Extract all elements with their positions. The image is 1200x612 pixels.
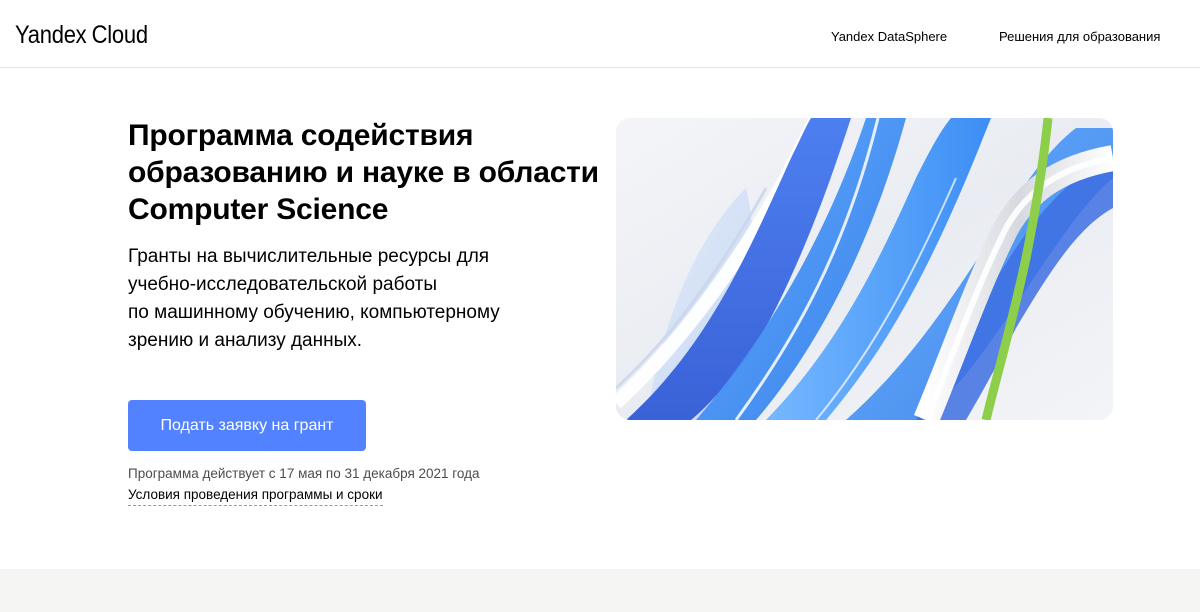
hero-subtitle-line: учебно-исследовательской работы xyxy=(128,274,437,295)
hero-subtitle: Гранты на вычислительные ресурсы для уче… xyxy=(128,243,568,355)
hero-illustration xyxy=(616,118,1113,420)
hero-subtitle-line: по машинному обучению, компьютерному xyxy=(128,302,500,323)
page-title: Программа содействия образованию и науке… xyxy=(128,119,599,226)
program-dates-text: Программа действует с 17 мая по 31 декаб… xyxy=(128,466,480,481)
abstract-ribbons-illustration xyxy=(616,118,1113,420)
nav-link-datasphere[interactable]: Yandex DataSphere xyxy=(831,28,947,46)
top-nav: Yandex DataSphere Решения для образовани… xyxy=(0,28,1200,48)
bottom-section-background xyxy=(0,569,1200,612)
program-terms-link[interactable]: Условия проведения программы и сроки xyxy=(128,486,383,506)
nav-link-education-solutions[interactable]: Решения для образования xyxy=(999,28,1160,46)
site-header: Yandex Cloud Yandex DataSphere Решения дл… xyxy=(0,0,1200,68)
apply-for-grant-button[interactable]: Подать заявку на грант xyxy=(128,400,366,451)
hero-subtitle-line: Гранты на вычислительные ресурсы для xyxy=(128,246,490,267)
hero-subtitle-line: зрению и анализу данных. xyxy=(128,330,363,351)
